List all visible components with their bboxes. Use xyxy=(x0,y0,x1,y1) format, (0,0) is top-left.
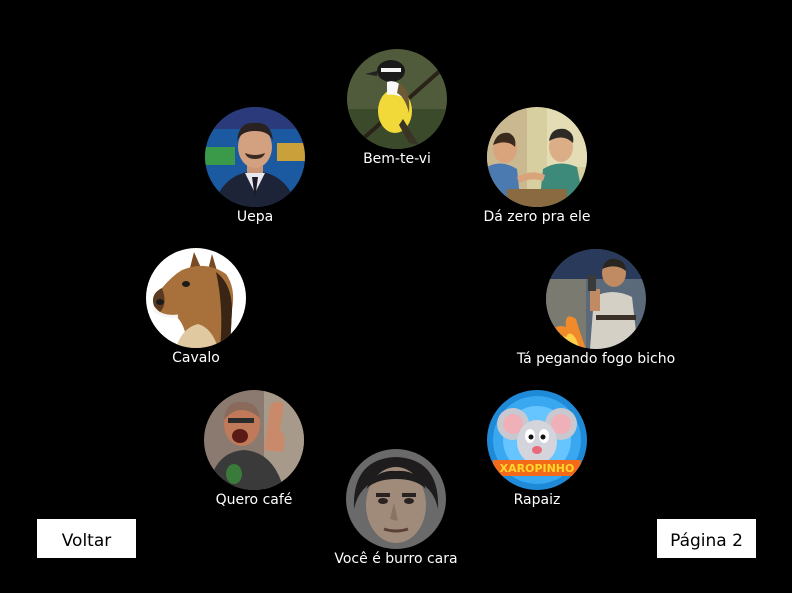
bird-icon xyxy=(347,49,447,149)
sound-label: Você é burro cara xyxy=(334,551,458,567)
man-fire-icon xyxy=(546,249,646,349)
next-page-button[interactable]: Página 2 xyxy=(657,519,756,558)
sound-label: Dá zero pra ele xyxy=(483,209,591,225)
svg-text:XAROPINHO: XAROPINHO xyxy=(500,462,575,475)
sound-label: Cavalo xyxy=(172,350,220,366)
sound-button-da-zero-pra-ele[interactable]: Dá zero pra ele xyxy=(437,107,637,237)
cartoon-mouse-icon: XAROPINHO xyxy=(487,390,587,490)
man-face-icon xyxy=(346,449,446,549)
sound-button-voce-e-burro-cara[interactable]: Você é burro cara xyxy=(296,449,496,579)
man-suit-icon xyxy=(205,107,305,207)
sound-button-ta-pegando-fogo-bicho[interactable]: Tá pegando fogo bicho xyxy=(496,249,696,379)
horse-mask-icon xyxy=(146,248,246,348)
shouting-man-icon xyxy=(204,390,304,490)
sound-button-uepa[interactable]: Uepa xyxy=(155,107,355,237)
sound-button-cavalo[interactable]: Cavalo xyxy=(96,248,296,378)
back-button[interactable]: Voltar xyxy=(37,519,136,558)
two-men-icon xyxy=(487,107,587,207)
sound-label: Tá pegando fogo bicho xyxy=(516,351,676,367)
sound-label: Uepa xyxy=(236,209,274,225)
